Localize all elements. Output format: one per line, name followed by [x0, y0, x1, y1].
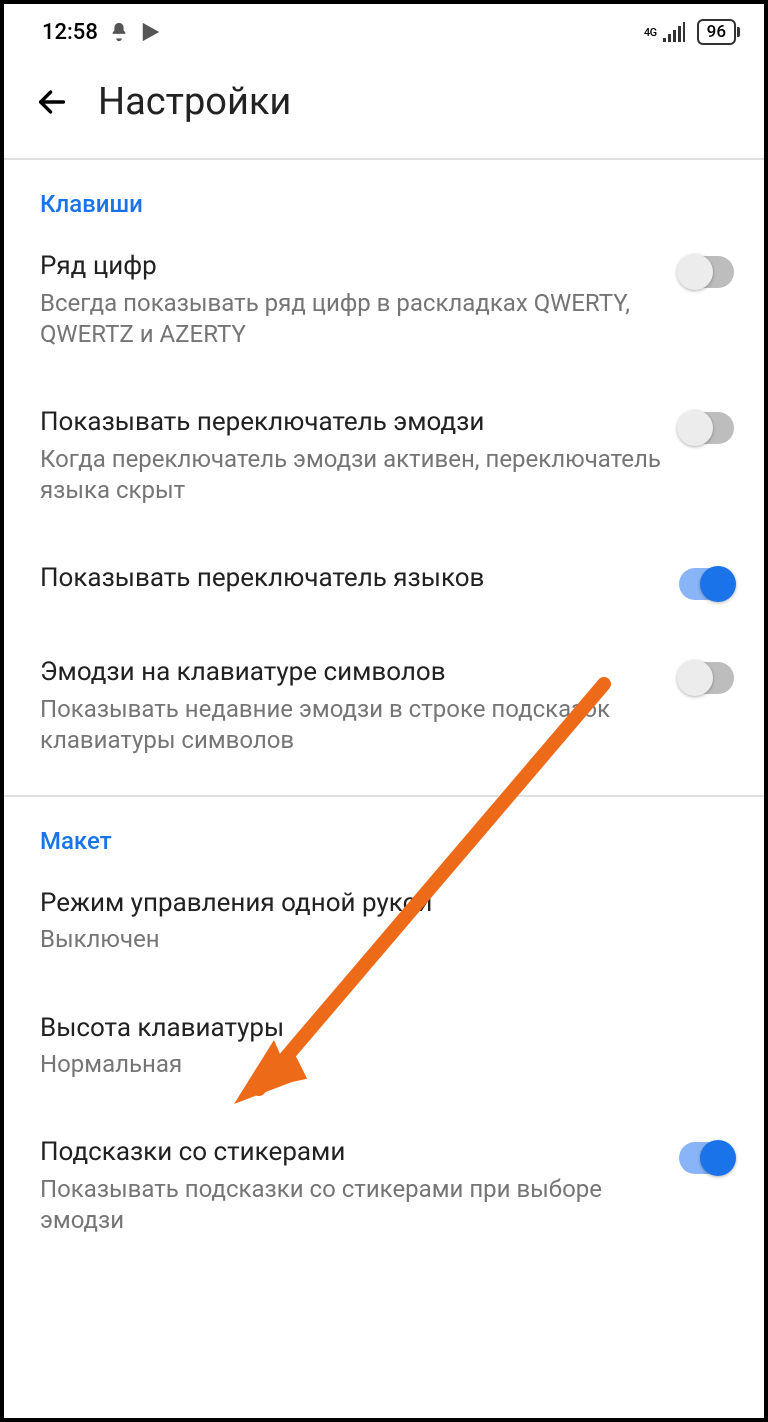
setting-keyboard-height[interactable]: Высота клавиатуры Нормальная	[4, 984, 764, 1109]
app-bar: Настройки	[4, 60, 764, 160]
setting-subtitle: Показывать недавние эмодзи в строке подс…	[40, 694, 661, 756]
setting-title: Показывать переключатель эмодзи	[40, 406, 661, 440]
notification-icon	[108, 21, 130, 43]
setting-title: Эмодзи на клавиатуре символов	[40, 656, 661, 690]
setting-subtitle: Когда переключатель эмодзи активен, пере…	[40, 444, 661, 506]
section-header-layout: Макет	[4, 797, 764, 859]
setting-one-hand-mode[interactable]: Режим управления одной рукой Выключен	[4, 859, 764, 984]
setting-title: Показывать переключатель языков	[40, 562, 661, 596]
status-bar: 12:58 4G 96	[4, 4, 764, 60]
toggle-language-switch[interactable]	[679, 568, 734, 600]
setting-title: Высота клавиатуры	[40, 1012, 734, 1046]
section-keys: Клавиши Ряд цифр Всегда показывать ряд ц…	[4, 160, 764, 797]
network-type-label: 4G	[644, 27, 657, 38]
setting-title: Ряд цифр	[40, 250, 661, 284]
section-layout: Макет Режим управления одной рукой Выклю…	[4, 797, 764, 1275]
setting-sticker-hints[interactable]: Подсказки со стикерами Показывать подска…	[4, 1108, 764, 1264]
arrow-left-icon	[35, 85, 69, 119]
battery-percent: 96	[707, 22, 726, 42]
setting-subtitle: Всегда показывать ряд цифр в раскладках …	[40, 288, 661, 350]
setting-language-switch[interactable]: Показывать переключатель языков	[4, 534, 764, 628]
setting-number-row[interactable]: Ряд цифр Всегда показывать ряд цифр в ра…	[4, 222, 764, 378]
setting-subtitle: Показывать подсказки со стикерами при вы…	[40, 1174, 661, 1236]
signal-icon	[663, 22, 685, 42]
back-button[interactable]	[32, 82, 72, 122]
toggle-sticker-hints[interactable]	[679, 1142, 734, 1174]
section-header-keys: Клавиши	[4, 160, 764, 222]
toggle-emoji-switch[interactable]	[679, 412, 734, 444]
setting-title: Подсказки со стикерами	[40, 1136, 661, 1170]
battery-indicator: 96	[697, 19, 736, 45]
setting-subtitle: Выключен	[40, 924, 734, 955]
setting-emoji-switch[interactable]: Показывать переключатель эмодзи Когда пе…	[4, 378, 764, 534]
toggle-number-row[interactable]	[679, 256, 734, 288]
status-time: 12:58	[42, 20, 98, 45]
toggle-emoji-symbols[interactable]	[679, 662, 734, 694]
play-store-icon	[140, 21, 162, 43]
setting-emoji-symbols[interactable]: Эмодзи на клавиатуре символов Показывать…	[4, 628, 764, 784]
setting-subtitle: Нормальная	[40, 1049, 734, 1080]
setting-title: Режим управления одной рукой	[40, 887, 734, 921]
page-title: Настройки	[98, 80, 291, 124]
